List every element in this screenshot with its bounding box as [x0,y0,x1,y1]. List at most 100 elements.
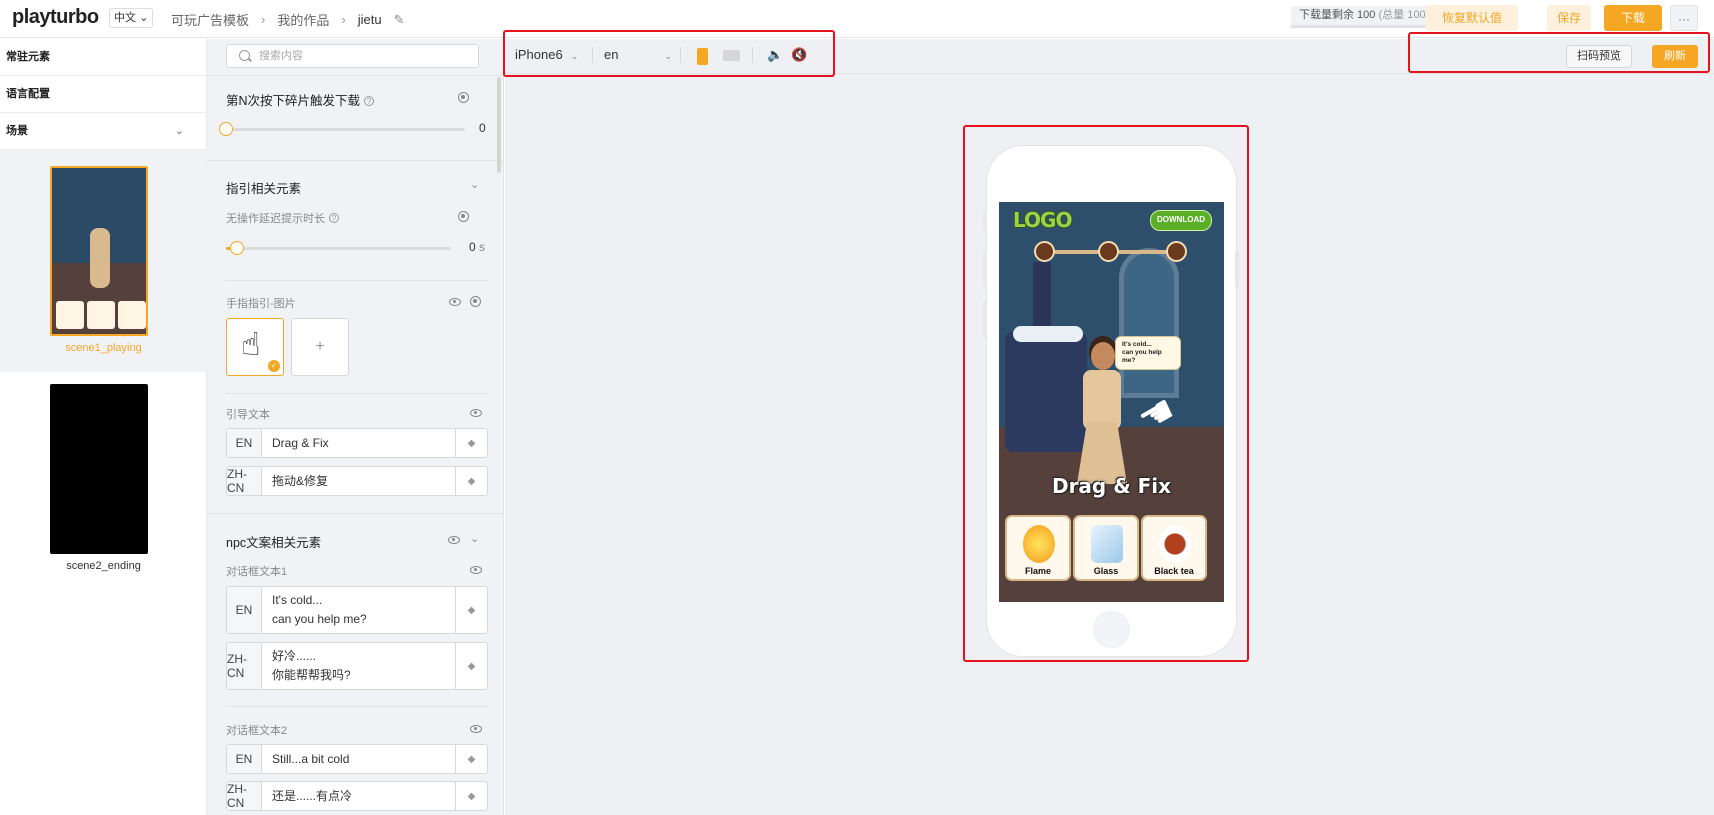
divider [207,75,503,76]
dialog2-zh-input[interactable]: 还是......有点冷 [272,782,453,810]
delay-slider[interactable] [226,241,451,255]
fragment-title-text: 第N次按下碎片触发下载 [226,94,361,108]
panel-scrollbar[interactable] [497,77,501,173]
scene2-label: scene2_ending [66,560,141,572]
search-placeholder: 搜索内容 [259,50,303,62]
eye-icon[interactable] [470,725,482,733]
sidebar-item-label: 常驻元素 [6,51,50,63]
search-icon [239,50,250,61]
quota-remaining: 下载量剩余 100 [1299,9,1376,21]
chevron-right-icon: › [261,12,266,27]
quota-total: (总量 100) [1378,9,1430,21]
divider [226,706,488,707]
delay-label-text: 无操作延迟提示时长 [226,213,325,225]
sidebar-item-label: 语言配置 [6,88,50,100]
dialog1-zh-row: ZH-CN 好冷...... 你能帮帮我吗? ◆ [226,642,488,690]
guide-text-label: 引导文本 [226,409,270,421]
chevron-down-icon[interactable]: ⌄ [470,532,479,545]
chevron-down-icon[interactable]: ⌄ [470,178,479,191]
search-input[interactable]: 搜索内容 [226,44,479,68]
lang-tag: EN [227,429,262,457]
app-logo[interactable]: playturbo [12,6,99,29]
sidebar-item-language[interactable]: 语言配置 [0,76,206,113]
restore-default-button[interactable]: 恢复默认值 [1426,5,1518,31]
delay-unit: s [479,240,486,254]
hand-pointer-icon: ☝ [241,326,261,362]
eye-icon[interactable] [470,566,482,574]
breadcrumb-my-works[interactable]: 我的作品 [277,10,329,29]
guide-text-zh-input[interactable]: 拖动&修复 [272,467,453,495]
help-icon[interactable]: ? [364,96,375,106]
thumb-card [56,301,84,329]
thumb-character [90,228,110,288]
eye-icon[interactable] [470,409,482,417]
dialog2-en-input[interactable]: Still...a bit cold [272,745,453,773]
dialog2-label: 对话框文本2 [226,725,288,737]
lang-tag: EN [227,745,262,773]
chevron-down-icon: ⌄ [139,12,149,24]
sidebar: 常驻元素 语言配置 场景 ⌄ scene1_playing scene2_endi… [0,39,207,815]
lang-tag: ZH-CN [227,467,262,495]
lang-tag: EN [227,587,262,633]
edit-pencil-icon[interactable]: ✎ [394,12,405,28]
help-icon[interactable]: ? [329,213,339,223]
style-brush-icon[interactable]: ◆ [455,782,487,810]
style-brush-icon[interactable]: ◆ [455,429,487,457]
highlight-box [963,125,1249,662]
delay-value-number: 0 [469,240,476,254]
eye-icon[interactable] [449,298,461,306]
eye-icon[interactable] [448,536,460,544]
more-button[interactable]: ··· [1670,5,1698,31]
divider [207,513,503,514]
scene1-thumbnail[interactable] [50,166,148,336]
breadcrumb: 可玩广告模板 › 我的作品 › jietu ✎ [171,10,404,29]
chevron-right-icon: › [341,12,346,27]
sidebar-item-scenes[interactable]: 场景 ⌄ [0,113,206,150]
finger-guide-label: 手指指引-图片 [226,298,296,310]
style-brush-icon[interactable]: ◆ [455,745,487,773]
language-select[interactable]: 中文 ⌄ [109,8,154,28]
style-brush-icon[interactable]: ◆ [455,467,487,495]
dialog1-label: 对话框文本1 [226,566,288,578]
slider-knob[interactable] [219,122,233,136]
sidebar-item-label: 场景 [6,125,28,137]
guide-text-en-input[interactable]: Drag & Fix [272,429,453,457]
target-icon[interactable] [458,211,469,222]
language-select-value: 中文 [114,12,136,24]
thumb-card [87,301,115,329]
delay-value: 0 s [469,240,485,254]
divider [226,393,488,394]
config-panel: 搜索内容 第N次按下碎片触发下载? 0 指引相关元素 ⌄ 无操作延迟提示时长? … [207,39,504,815]
divider [207,160,503,161]
save-button[interactable]: 保存 [1547,5,1591,31]
lang-tag: ZH-CN [227,782,262,810]
dialog1-zh-input[interactable]: 好冷...... 你能帮帮我吗? [272,643,453,689]
highlight-box [503,30,835,77]
lang-tag: ZH-CN [227,643,262,689]
npc-section-title: npc文案相关元素 [226,536,322,550]
download-button[interactable]: 下载 [1604,5,1662,31]
check-icon: ✓ [268,360,280,372]
fragment-value: 0 [479,121,486,135]
app-logo-text: playturbo [12,6,99,28]
sidebar-item-persistent[interactable]: 常驻元素 [0,39,206,76]
target-icon[interactable] [458,92,469,103]
style-brush-icon[interactable]: ◆ [455,587,487,633]
divider [226,280,488,281]
target-icon[interactable] [470,296,481,307]
guide-section-title: 指引相关元素 [226,182,302,196]
delay-label: 无操作延迟提示时长? [226,210,339,226]
breadcrumb-templates[interactable]: 可玩广告模板 [171,10,249,29]
breadcrumb-project-name: jietu [357,12,382,27]
finger-image-thumbnail[interactable]: ☝ ✓ [226,318,284,376]
guide-text-zh-row: ZH-CN 拖动&修复 ◆ [226,466,488,496]
dialog1-en-input[interactable]: It's cold... can you help me? [272,587,453,633]
chevron-down-icon: ⌄ [174,125,184,137]
fragment-slider[interactable] [219,122,465,136]
add-image-button[interactable]: + [291,318,349,376]
style-brush-icon[interactable]: ◆ [455,643,487,689]
slider-knob[interactable] [230,241,245,255]
fragment-download-title: 第N次按下碎片触发下载? [226,90,375,109]
scene2-thumbnail[interactable] [50,384,148,554]
guide-text-en-row: EN Drag & Fix ◆ [226,428,488,458]
